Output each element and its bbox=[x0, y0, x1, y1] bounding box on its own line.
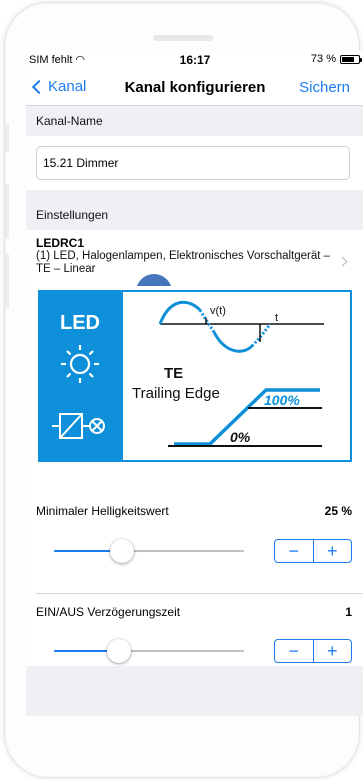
delay-cell: EIN/AUS Verzögerungszeit 1 − + bbox=[26, 594, 363, 666]
delay-label: EIN/AUS Verzögerungszeit bbox=[36, 605, 181, 619]
section-header-channel-name: Kanal-Name bbox=[26, 106, 363, 136]
brightness-label: Minimaler Helligkeitswert bbox=[36, 504, 169, 518]
speaker-grille bbox=[153, 35, 213, 41]
chevron-right-icon bbox=[337, 256, 348, 267]
save-button[interactable]: Sichern bbox=[299, 79, 350, 96]
mode-selection-row[interactable]: LEDRC1 (1) LED, Halogenlampen, Elektroni… bbox=[26, 230, 363, 310]
mode-diagram-cell: LED v(t) t TE Trailing Edge 100% 0% bbox=[26, 286, 363, 482]
trailing-edge-diagram: LED v(t) t TE Trailing Edge 100% 0% bbox=[38, 290, 352, 462]
brightness-value: 25 % bbox=[324, 504, 352, 518]
brightness-stepper: − + bbox=[274, 539, 352, 563]
min-label: 0% bbox=[230, 429, 251, 445]
mute-switch bbox=[5, 123, 9, 153]
led-label: LED bbox=[60, 312, 100, 334]
brightness-decrement-button[interactable]: − bbox=[275, 540, 313, 562]
delay-value: 1 bbox=[345, 605, 352, 619]
brightness-increment-button[interactable]: + bbox=[314, 540, 352, 562]
time-label: t bbox=[275, 312, 278, 324]
max-label: 100% bbox=[264, 392, 300, 408]
volume-down-button bbox=[5, 253, 9, 309]
status-bar: SIM fehlt ◠ 16:17 73 % bbox=[26, 50, 363, 72]
delay-decrement-button[interactable]: − bbox=[275, 640, 313, 662]
app-screen: SIM fehlt ◠ 16:17 73 % Kanal Kanal konfig… bbox=[26, 50, 363, 716]
delay-stepper: − + bbox=[274, 639, 352, 663]
te-label: TE bbox=[164, 365, 183, 382]
channel-name-cell: 15.21 Dimmer bbox=[26, 136, 363, 190]
signal-label: v(t) bbox=[210, 305, 226, 317]
brightness-slider-thumb[interactable] bbox=[110, 539, 134, 563]
channel-name-input[interactable]: 15.21 Dimmer bbox=[36, 146, 350, 180]
navigation-bar: Kanal Kanal konfigurieren Sichern bbox=[26, 72, 363, 106]
brightness-slider[interactable] bbox=[54, 539, 244, 563]
mode-title: LEDRC1 bbox=[36, 236, 85, 250]
delay-slider[interactable] bbox=[54, 639, 244, 663]
volume-up-button bbox=[5, 183, 9, 239]
brightness-cell: Minimaler Helligkeitswert 25 % − + bbox=[26, 482, 363, 594]
battery-percent: 73 % bbox=[310, 53, 336, 65]
battery-icon bbox=[340, 54, 362, 64]
battery-status: 73 % bbox=[310, 53, 362, 65]
section-header-settings: Einstellungen bbox=[26, 200, 363, 230]
battery-fill bbox=[342, 56, 354, 62]
delay-increment-button[interactable]: + bbox=[314, 640, 352, 662]
mode-description: (1) LED, Halogenlampen, Elektronisches V… bbox=[36, 250, 331, 275]
delay-slider-thumb[interactable] bbox=[107, 639, 131, 663]
trailing-edge-label: Trailing Edge bbox=[132, 385, 220, 402]
